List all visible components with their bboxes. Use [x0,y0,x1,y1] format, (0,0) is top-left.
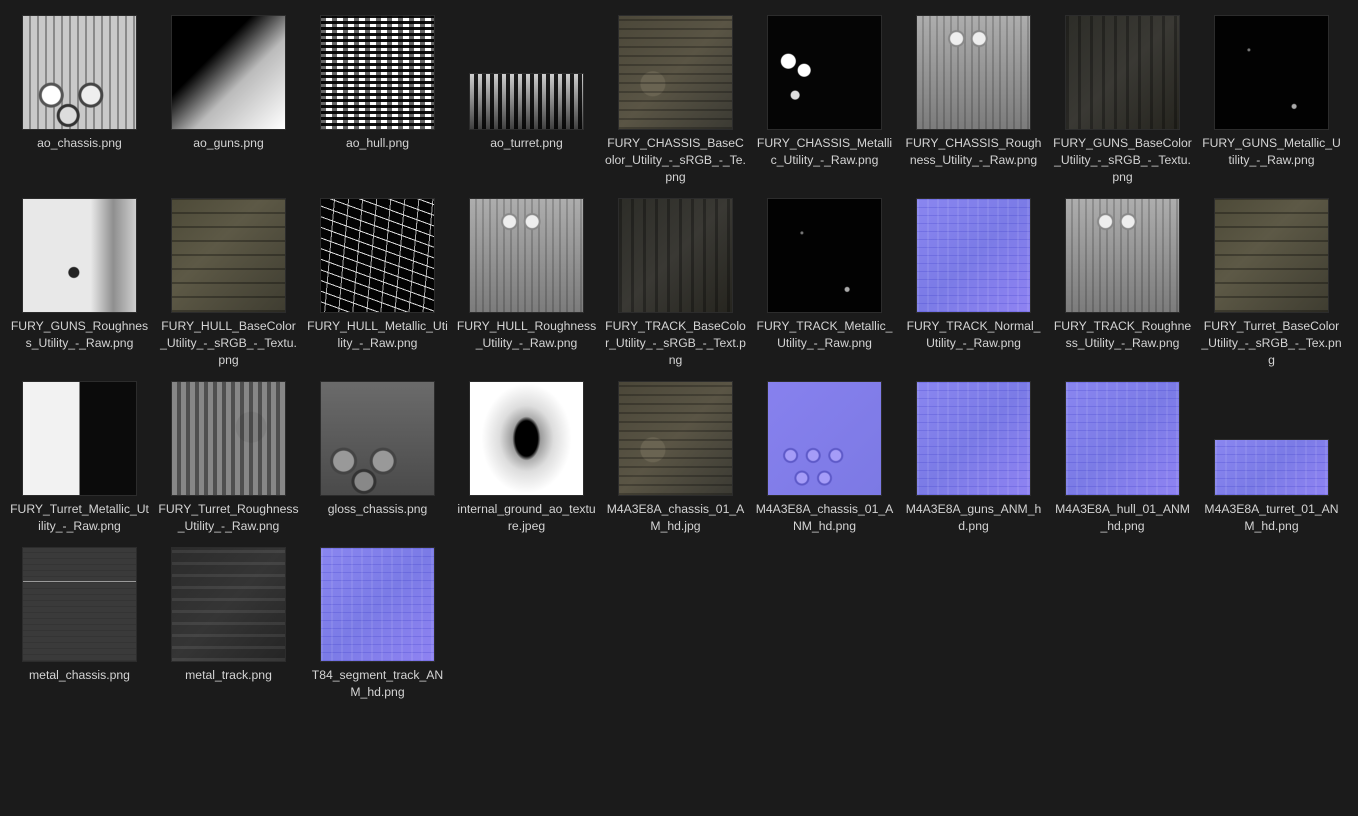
file-tile[interactable]: FURY_GUNS_Metallic_Utility_-_Raw.png [1197,12,1346,169]
file-name: FURY_CHASSIS_BaseColor_Utility_-_sRGB_-_… [605,136,746,184]
file-tile[interactable]: FURY_HULL_Roughness_Utility_-_Raw.png [452,195,601,352]
texture-thumbnail[interactable] [618,381,733,496]
texture-thumbnail[interactable] [1214,439,1329,496]
file-name: M4A3E8A_chassis_01_ANM_hd.png [755,502,894,533]
texture-thumbnail[interactable] [22,381,137,496]
file-tile[interactable]: ao_guns.png [154,12,303,152]
file-tile[interactable]: FURY_HULL_BaseColor_Utility_-_sRGB_-_Tex… [154,195,303,369]
file-name: M4A3E8A_turret_01_ANM_hd.png [1204,502,1339,533]
file-tile[interactable]: FURY_CHASSIS_Roughness_Utility_-_Raw.png [899,12,1048,169]
file-name: FURY_CHASSIS_Metallic_Utility_-_Raw.png [756,136,893,167]
file-tile[interactable]: FURY_Turret_Roughness_Utility_-_Raw.png [154,378,303,535]
file-tile[interactable]: FURY_HULL_Metallic_Utility_-_Raw.png [303,195,452,352]
file-tile[interactable]: M4A3E8A_hull_01_ANM_hd.png [1048,378,1197,535]
texture-thumbnail[interactable] [171,547,286,662]
file-tile[interactable]: ao_hull.png [303,12,452,152]
file-name: M4A3E8A_hull_01_ANM_hd.png [1055,502,1190,533]
file-tile[interactable]: metal_track.png [154,544,303,684]
file-tile[interactable]: FURY_GUNS_Roughness_Utility_-_Raw.png [5,195,154,352]
file-name: FURY_HULL_Metallic_Utility_-_Raw.png [307,319,448,350]
texture-thumbnail[interactable] [767,381,882,496]
texture-thumbnail[interactable] [1065,381,1180,496]
file-name: FURY_CHASSIS_Roughness_Utility_-_Raw.png [905,136,1042,167]
texture-thumbnail[interactable] [171,15,286,130]
texture-thumbnail[interactable] [916,15,1031,130]
file-tile[interactable]: M4A3E8A_guns_ANM_hd.png [899,378,1048,535]
file-name: FURY_GUNS_Metallic_Utility_-_Raw.png [1202,136,1341,167]
texture-thumbnail[interactable] [320,15,435,130]
file-tile[interactable]: FURY_GUNS_BaseColor_Utility_-_sRGB_-_Tex… [1048,12,1197,186]
texture-thumbnail[interactable] [469,198,584,313]
file-tile[interactable]: M4A3E8A_chassis_01_ANM_hd.png [750,378,899,535]
texture-thumbnail[interactable] [320,198,435,313]
file-tile[interactable]: FURY_TRACK_Metallic_Utility_-_Raw.png [750,195,899,352]
file-name: M4A3E8A_guns_ANM_hd.png [905,502,1042,533]
file-name: metal_track.png [185,668,272,682]
file-tile[interactable]: FURY_TRACK_Roughness_Utility_-_Raw.png [1048,195,1197,352]
texture-thumbnail[interactable] [320,547,435,662]
file-name: metal_chassis.png [29,668,130,682]
texture-thumbnail[interactable] [469,381,584,496]
file-name: M4A3E8A_chassis_01_AM_hd.jpg [606,502,745,533]
file-tile[interactable]: FURY_CHASSIS_Metallic_Utility_-_Raw.png [750,12,899,169]
file-name: FURY_TRACK_BaseColor_Utility_-_sRGB_-_Te… [605,319,746,367]
file-grid: ao_chassis.png ao_guns.png ao_hull.png a… [0,0,1358,816]
file-name: FURY_TRACK_Roughness_Utility_-_Raw.png [1053,319,1192,350]
file-name: FURY_Turret_BaseColor_Utility_-_sRGB_-_T… [1201,319,1342,367]
file-name: FURY_HULL_Roughness_Utility_-_Raw.png [456,319,597,350]
texture-thumbnail[interactable] [767,15,882,130]
file-name: FURY_GUNS_BaseColor_Utility_-_sRGB_-_Tex… [1053,136,1192,184]
texture-thumbnail[interactable] [916,198,1031,313]
file-tile[interactable]: ao_turret.png [452,12,601,152]
file-tile[interactable]: FURY_TRACK_BaseColor_Utility_-_sRGB_-_Te… [601,195,750,369]
texture-thumbnail[interactable] [171,198,286,313]
texture-thumbnail[interactable] [1065,198,1180,313]
texture-thumbnail[interactable] [171,381,286,496]
file-name: FURY_Turret_Metallic_Utility_-_Raw.png [10,502,149,533]
file-tile[interactable]: internal_ground_ao_texture.jpeg [452,378,601,535]
texture-thumbnail[interactable] [22,547,137,662]
file-tile[interactable]: T84_segment_track_ANM_hd.png [303,544,452,701]
texture-thumbnail[interactable] [320,381,435,496]
file-tile[interactable]: gloss_chassis.png [303,378,452,518]
texture-thumbnail[interactable] [618,198,733,313]
file-tile[interactable]: FURY_Turret_Metallic_Utility_-_Raw.png [5,378,154,535]
file-tile[interactable]: M4A3E8A_chassis_01_AM_hd.jpg [601,378,750,535]
texture-thumbnail[interactable] [469,73,584,130]
file-name: gloss_chassis.png [327,502,428,516]
file-name: internal_ground_ao_texture.jpeg [457,502,596,533]
texture-thumbnail[interactable] [916,381,1031,496]
file-name: ao_chassis.png [37,136,122,150]
file-tile[interactable]: M4A3E8A_turret_01_ANM_hd.png [1197,378,1346,535]
file-tile[interactable]: ao_chassis.png [5,12,154,152]
texture-thumbnail[interactable] [1214,198,1329,313]
file-name: ao_guns.png [193,136,264,150]
file-name: FURY_TRACK_Metallic_Utility_-_Raw.png [756,319,893,350]
file-name: FURY_TRACK_Normal_Utility_-_Raw.png [906,319,1041,350]
texture-thumbnail[interactable] [618,15,733,130]
file-tile[interactable]: FURY_TRACK_Normal_Utility_-_Raw.png [899,195,1048,352]
file-name: FURY_GUNS_Roughness_Utility_-_Raw.png [10,319,149,350]
file-tile[interactable]: metal_chassis.png [5,544,154,684]
file-name: ao_turret.png [490,136,563,150]
file-name: T84_segment_track_ANM_hd.png [311,668,444,699]
file-tile[interactable]: FURY_CHASSIS_BaseColor_Utility_-_sRGB_-_… [601,12,750,186]
texture-thumbnail[interactable] [22,15,137,130]
file-name: FURY_HULL_BaseColor_Utility_-_sRGB_-_Tex… [160,319,297,367]
file-name: ao_hull.png [345,136,410,150]
texture-thumbnail[interactable] [767,198,882,313]
texture-thumbnail[interactable] [1065,15,1180,130]
file-name: FURY_Turret_Roughness_Utility_-_Raw.png [158,502,299,533]
texture-thumbnail[interactable] [22,198,137,313]
file-tile[interactable]: FURY_Turret_BaseColor_Utility_-_sRGB_-_T… [1197,195,1346,369]
texture-thumbnail[interactable] [1214,15,1329,130]
